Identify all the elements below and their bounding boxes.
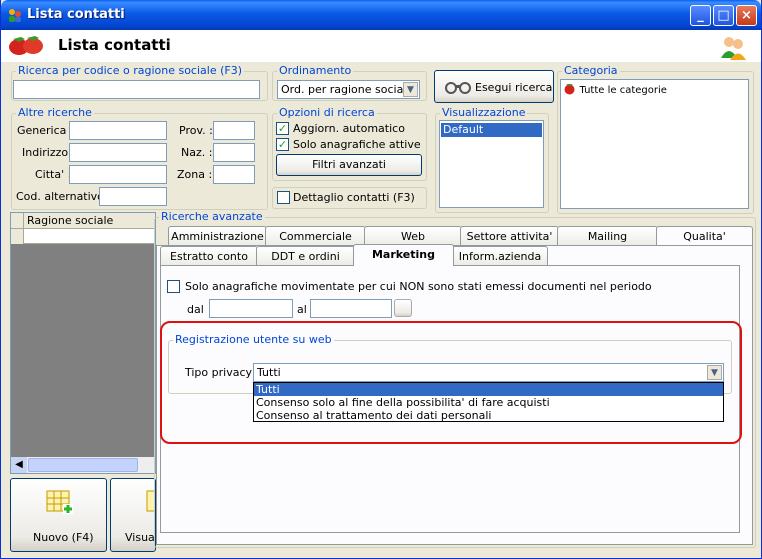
add-grid-icon bbox=[46, 490, 73, 514]
close-button[interactable]: × bbox=[736, 5, 757, 26]
al-date-input[interactable] bbox=[310, 299, 392, 318]
generica-input[interactable] bbox=[69, 121, 167, 140]
list-item[interactable]: Tutte le categorie bbox=[563, 82, 667, 96]
tab-amministrazione[interactable]: Amministrazione bbox=[168, 226, 267, 246]
solo-movimentate-label: Solo anagrafiche movimentate per cui NON… bbox=[185, 280, 652, 293]
view-button-label: Visual bbox=[125, 531, 156, 544]
strawberry-icon bbox=[564, 84, 575, 95]
privacy-dropdown-list[interactable]: Tutti Consenso solo al fine della possib… bbox=[253, 382, 724, 422]
header-band: Lista contatti bbox=[1, 30, 761, 62]
scrollbar-thumb[interactable] bbox=[28, 458, 138, 472]
horizontal-scrollbar[interactable]: ◀ bbox=[11, 457, 155, 473]
tab-mailing[interactable]: Mailing bbox=[557, 226, 658, 246]
generica-label: Generica : bbox=[17, 124, 74, 137]
privacy-option-acquisti[interactable]: Consenso solo al fine della possibilita'… bbox=[254, 396, 723, 409]
other-searches-legend: Altre ricerche bbox=[16, 106, 94, 120]
al-label: al bbox=[297, 303, 307, 316]
citta-input[interactable] bbox=[69, 165, 167, 184]
cod-alternativo-input[interactable] bbox=[99, 187, 167, 206]
main-window: Lista contatti _ □ × Lista contatti Rice… bbox=[0, 0, 762, 559]
category-list[interactable]: Tutte le categorie bbox=[560, 79, 749, 209]
chevron-left-icon[interactable]: ◀ bbox=[11, 457, 27, 473]
naz-label: Naz. : bbox=[181, 146, 213, 159]
search-button-label: Esegui ricerca bbox=[475, 81, 553, 94]
advanced-search-legend: Ricerche avanzate bbox=[159, 210, 265, 224]
grid-header: Ragione sociale bbox=[11, 213, 155, 229]
detail-contacts-label: Dettaglio contatti (F3) bbox=[293, 191, 415, 204]
tab-ddt-ordini[interactable]: DDT e ordini bbox=[256, 246, 355, 266]
view-legend: Visualizzazione bbox=[440, 106, 528, 120]
zona-input[interactable] bbox=[213, 165, 255, 184]
tab-marketing[interactable]: Marketing bbox=[353, 244, 454, 266]
search-code-input[interactable] bbox=[13, 80, 260, 99]
binoculars-icon bbox=[445, 82, 471, 94]
zona-label: Zona : bbox=[177, 168, 213, 181]
new-button[interactable]: Nuovo (F4) bbox=[10, 478, 107, 552]
users-icon bbox=[721, 37, 746, 60]
solo-attive-checkbox[interactable]: ✓ bbox=[276, 138, 289, 151]
view-item-label: Default bbox=[443, 123, 484, 136]
prov-label: Prov. : bbox=[179, 124, 213, 137]
strawberry-logo-icon bbox=[9, 36, 43, 55]
naz-input[interactable] bbox=[213, 143, 255, 162]
page-title: Lista contatti bbox=[58, 36, 171, 54]
tab-estratto-conto[interactable]: Estratto conto bbox=[160, 246, 258, 266]
table-row[interactable] bbox=[11, 229, 155, 244]
contacts-grid[interactable]: Ragione sociale ◀ bbox=[10, 212, 156, 474]
date-picker-button[interactable] bbox=[394, 299, 412, 317]
tab-qualita[interactable]: Qualita' bbox=[656, 226, 753, 246]
advanced-filters-button[interactable]: Filtri avanzati bbox=[276, 154, 422, 176]
detail-contacts-checkbox[interactable] bbox=[277, 191, 290, 204]
category-legend: Categoria bbox=[562, 64, 620, 78]
prov-input[interactable] bbox=[213, 121, 255, 140]
search-code-legend: Ricerca per codice o ragione sociale (F3… bbox=[16, 64, 245, 78]
citta-label: Citta' : bbox=[35, 168, 72, 181]
minimize-button[interactable]: _ bbox=[690, 5, 711, 26]
dal-label: dal bbox=[187, 303, 204, 316]
grid-column-ragione-sociale[interactable]: Ragione sociale bbox=[27, 214, 113, 227]
title-bar[interactable]: Lista contatti _ □ × bbox=[1, 0, 761, 30]
aggiorn-checkbox[interactable]: ✓ bbox=[276, 122, 289, 135]
view-list[interactable]: Default bbox=[439, 120, 544, 208]
dal-date-input[interactable] bbox=[209, 299, 293, 318]
row-selector-header bbox=[11, 213, 24, 229]
solo-attive-label: Solo anagrafiche attive bbox=[293, 138, 421, 151]
list-item[interactable]: Default bbox=[441, 123, 542, 137]
solo-movimentate-checkbox[interactable] bbox=[167, 280, 180, 293]
tab-commerciale[interactable]: Commerciale bbox=[265, 226, 366, 246]
tab-inform-azienda[interactable]: Inform.azienda bbox=[452, 246, 548, 266]
tab-web[interactable]: Web bbox=[364, 226, 462, 246]
privacy-option-dati-personali[interactable]: Consenso al trattamento dei dati persona… bbox=[254, 409, 723, 422]
row-selector[interactable] bbox=[11, 229, 24, 244]
category-item-label: Tutte le categorie bbox=[579, 85, 667, 96]
view-button[interactable]: Visual bbox=[110, 478, 156, 552]
window-title: Lista contatti bbox=[27, 7, 125, 22]
contacts-app-icon bbox=[9, 9, 21, 22]
ordering-legend: Ordinamento bbox=[277, 64, 354, 78]
indirizzo-input[interactable] bbox=[69, 143, 167, 162]
search-options-legend: Opzioni di ricerca bbox=[277, 106, 377, 120]
ordering-select[interactable]: Ord. per ragione sociale ▼ bbox=[277, 80, 420, 99]
cod-alternativo-label: Cod. alternativo : bbox=[16, 190, 112, 203]
indirizzo-label: Indirizzo : bbox=[22, 146, 76, 159]
new-button-label: Nuovo (F4) bbox=[33, 531, 94, 544]
tab-settore-attivita[interactable]: Settore attivita' bbox=[460, 226, 559, 246]
ordering-value: Ord. per ragione sociale bbox=[281, 83, 414, 96]
search-button[interactable]: Esegui ricerca bbox=[434, 70, 554, 103]
privacy-option-tutti[interactable]: Tutti bbox=[254, 383, 723, 396]
aggiorn-label: Aggiorn. automatico bbox=[293, 122, 405, 135]
chevron-down-icon[interactable]: ▼ bbox=[403, 82, 418, 97]
maximize-button[interactable]: □ bbox=[713, 5, 734, 26]
